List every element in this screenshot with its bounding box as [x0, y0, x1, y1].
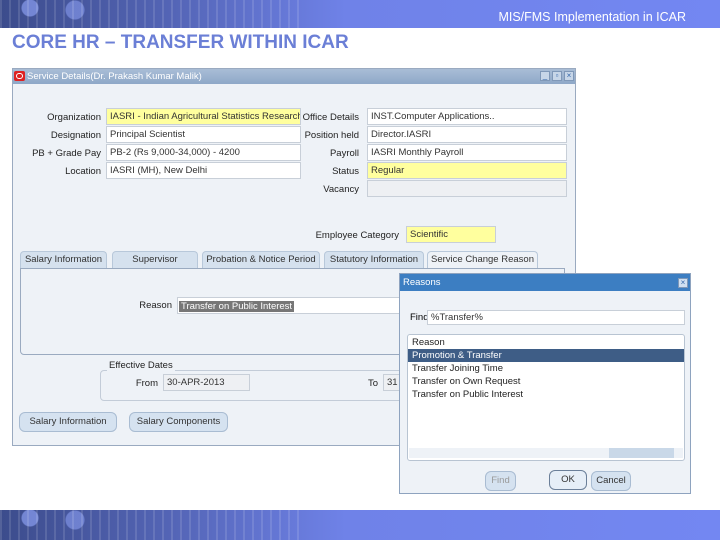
- oracle-logo-icon: [14, 71, 25, 81]
- salary-information-button[interactable]: Salary Information: [19, 412, 117, 432]
- list-item[interactable]: Transfer Joining Time: [408, 362, 684, 375]
- list-item[interactable]: Promotion & Transfer: [408, 349, 684, 362]
- horizontal-scrollbar[interactable]: [409, 448, 683, 458]
- employee-category-field[interactable]: Scientific: [406, 226, 496, 243]
- close-icon[interactable]: ×: [564, 71, 574, 81]
- tab-supervisor[interactable]: Supervisor: [112, 251, 198, 268]
- list-item[interactable]: Transfer on Public Interest: [408, 388, 684, 401]
- reason-field[interactable]: Transfer on Public Interest: [177, 297, 407, 314]
- dialog-title: Reasons: [403, 277, 441, 288]
- list-item[interactable]: Transfer on Own Request: [408, 375, 684, 388]
- organization-field[interactable]: IASRI - Indian Agricultural Statistics R…: [106, 108, 301, 125]
- reason-value: Transfer on Public Interest: [179, 301, 295, 312]
- to-label: To: [367, 378, 378, 389]
- header-subtitle: MIS/FMS Implementation in ICAR: [498, 10, 686, 24]
- position-held-field[interactable]: Director.IASRI: [367, 126, 567, 143]
- page-title: CORE HR – TRANSFER WITHIN ICAR: [12, 32, 349, 53]
- find-button[interactable]: Find: [485, 471, 516, 491]
- position-held-label: Position held: [304, 130, 359, 141]
- minimize-icon[interactable]: _: [540, 71, 550, 81]
- cancel-button[interactable]: Cancel: [591, 471, 631, 491]
- location-label: Location: [65, 166, 101, 177]
- dialog-title-bar[interactable]: Reasons ×: [400, 274, 690, 291]
- window-title: Service Details(Dr. Prakash Kumar Malik): [27, 71, 202, 82]
- tab-salary-information[interactable]: Salary Information: [20, 251, 107, 268]
- ok-button[interactable]: OK: [549, 470, 587, 490]
- list-header-reason[interactable]: Reason: [408, 336, 684, 349]
- window-title-bar[interactable]: Service Details(Dr. Prakash Kumar Malik)…: [13, 69, 575, 84]
- footer-banner: [0, 510, 720, 540]
- employee-category-label: Employee Category: [315, 230, 399, 241]
- location-field[interactable]: IASRI (MH), New Delhi: [106, 162, 301, 179]
- status-field[interactable]: Regular: [367, 162, 567, 179]
- reason-label: Reason: [139, 300, 172, 311]
- reasons-dialog: Reasons × Find %Transfer% Reason Promotio…: [399, 273, 691, 494]
- tab-statutory-information[interactable]: Statutory Information: [324, 251, 424, 268]
- payroll-field[interactable]: IASRI Monthly Payroll: [367, 144, 567, 161]
- tab-probation-notice[interactable]: Probation & Notice Period: [202, 251, 320, 268]
- maximize-icon[interactable]: ▫: [552, 71, 562, 81]
- status-label: Status: [332, 166, 359, 177]
- vacancy-label: Vacancy: [323, 184, 359, 195]
- find-label: Find: [410, 312, 429, 323]
- reasons-list: Reason Promotion & Transfer Transfer Joi…: [407, 334, 685, 461]
- effective-dates-legend: Effective Dates: [107, 360, 175, 371]
- designation-field[interactable]: Principal Scientist: [106, 126, 301, 143]
- tab-service-change-reason[interactable]: Service Change Reason: [427, 251, 538, 269]
- office-details-label: Office Details: [302, 112, 359, 123]
- dialog-close-icon[interactable]: ×: [678, 278, 688, 288]
- salary-components-button[interactable]: Salary Components: [129, 412, 228, 432]
- payroll-label: Payroll: [329, 148, 359, 159]
- pay-grade-label: PB + Grade Pay: [32, 148, 101, 159]
- find-input[interactable]: %Transfer%: [427, 310, 685, 325]
- pay-grade-field[interactable]: PB-2 (Rs 9,000-34,000) - 4200: [106, 144, 301, 161]
- designation-label: Designation: [50, 130, 101, 141]
- from-label: From: [135, 378, 158, 389]
- scrollbar-thumb[interactable]: [609, 448, 674, 458]
- organization-label: Organization: [47, 112, 101, 123]
- header-banner: MIS/FMS Implementation in ICAR: [0, 0, 720, 28]
- from-date-field[interactable]: 30-APR-2013: [163, 374, 250, 391]
- office-details-field[interactable]: INST.Computer Applications..: [367, 108, 567, 125]
- vacancy-field[interactable]: [367, 180, 567, 197]
